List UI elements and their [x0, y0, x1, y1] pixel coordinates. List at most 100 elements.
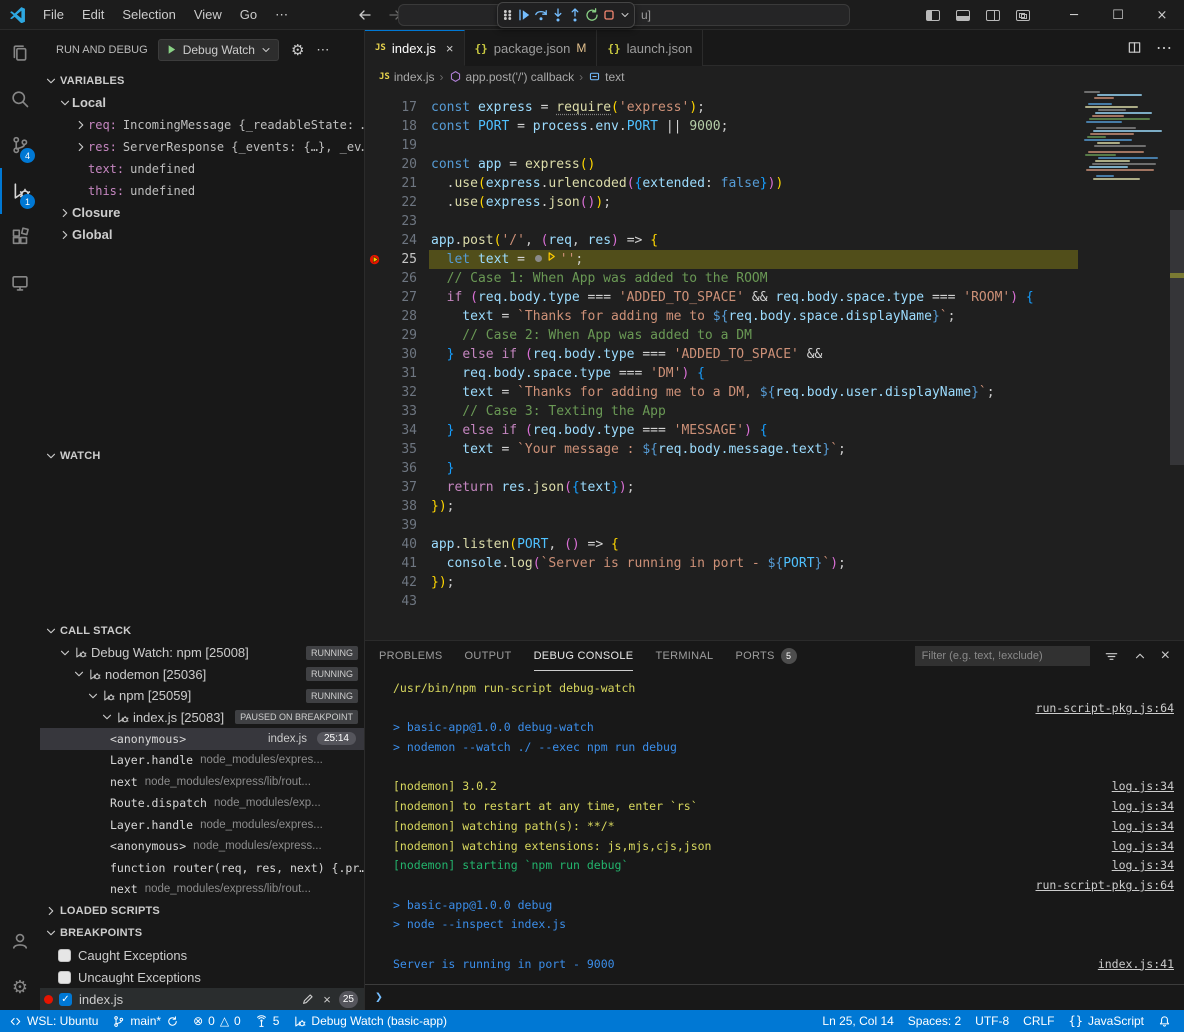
callstack-frame-row[interactable]: nextnode_modules/express/lib/rout... [40, 879, 364, 901]
code-line[interactable]: 38}); [365, 497, 1184, 516]
code-line[interactable]: 40app.listen(PORT, () => { [365, 535, 1184, 554]
tab-index-js[interactable]: JSindex.js× [365, 30, 465, 66]
code-line[interactable]: 17const express = require('express'); [365, 98, 1184, 117]
activity-remote-explorer[interactable] [0, 260, 40, 306]
launch-config-picker[interactable]: Debug Watch [158, 39, 279, 61]
variable-row[interactable]: req:IncomingMessage {_readableState: … [40, 114, 364, 136]
breadcrumb-item[interactable]: text [588, 70, 624, 84]
tab-launch-json[interactable]: {}launch.json [597, 30, 703, 66]
activity-extensions[interactable] [0, 214, 40, 260]
variable-scope-row[interactable]: Closure [40, 202, 364, 224]
remove-breakpoint-icon[interactable]: × [323, 992, 331, 1007]
close-button[interactable]: × [1140, 0, 1184, 30]
code-line[interactable]: 18const PORT = process.env.PORT || 9000; [365, 117, 1184, 136]
code-editor[interactable]: 17const express = require('express');18c… [365, 87, 1184, 640]
variable-scope-row[interactable]: Local [40, 92, 364, 114]
menu-edit[interactable]: Edit [73, 0, 113, 30]
callstack-session-row[interactable]: Debug Watch: npm [25008]RUNNING [40, 642, 364, 664]
restart-button[interactable] [584, 5, 600, 25]
breakpoint-row[interactable]: Caught Exceptions [40, 944, 364, 966]
chevron-up-icon[interactable] [1133, 649, 1147, 663]
debug-console-input[interactable]: ❯ [365, 984, 1184, 1010]
menu-file[interactable]: File [34, 0, 73, 30]
breakpoint-checkbox[interactable] [58, 949, 71, 962]
code-line[interactable]: 27 if (req.body.type === 'ADDED_TO_SPACE… [365, 288, 1184, 307]
callstack-frame-row[interactable]: Layer.handlenode_modules/expres... [40, 750, 364, 772]
clear-console-icon[interactable] [1104, 649, 1119, 664]
callstack-frame-row[interactable]: Route.dispatchnode_modules/exp... [40, 793, 364, 815]
callstack-frame-row[interactable]: nextnode_modules/express/lib/rout... [40, 771, 364, 793]
console-source-link[interactable]: log.js:34 [1112, 817, 1174, 837]
console-source-link[interactable]: index.js:41 [1098, 955, 1174, 975]
status-right-item-3[interactable]: CRLF [1016, 1010, 1061, 1032]
breakpoint-checkbox[interactable] [58, 971, 71, 984]
code-line[interactable]: 28 text = `Thanks for adding me to ${req… [365, 307, 1184, 326]
step-out-button[interactable] [567, 5, 583, 25]
panel-tab-output[interactable]: OUTPUT [465, 641, 512, 671]
loaded-scripts-section-header[interactable]: LOADED SCRIPTS [40, 900, 364, 922]
breakpoint-row[interactable]: ✓index.js×25 [40, 988, 364, 1010]
status-right-item-2[interactable]: UTF-8 [968, 1010, 1016, 1032]
menu-go[interactable]: Go [231, 0, 266, 30]
callstack-frame-row[interactable]: Layer.handlenode_modules/expres... [40, 814, 364, 836]
code-line[interactable]: 21 .use(express.urlencoded({extended: fa… [365, 174, 1184, 193]
callstack-frame-row[interactable]: <anonymous>index.js25:14 [40, 728, 364, 750]
status-left-item-3[interactable]: 5 [248, 1010, 287, 1032]
code-line[interactable]: 35 text = `Your message : ${req.body.mes… [365, 440, 1184, 459]
toggle-secondary-sidebar-icon[interactable] [986, 10, 1000, 21]
console-source-link[interactable]: run-script-pkg.js:64 [1036, 876, 1174, 896]
callstack-session-row[interactable]: npm [25059]RUNNING [40, 685, 364, 707]
activity-accounts[interactable] [0, 918, 40, 964]
tab-package-json[interactable]: {}package.jsonM [465, 30, 598, 66]
code-line[interactable]: 39 [365, 516, 1184, 535]
console-source-link[interactable]: log.js:34 [1112, 837, 1174, 857]
activity-explorer[interactable] [0, 30, 40, 76]
panel-tab-debug-console[interactable]: DEBUG CONSOLE [534, 641, 634, 671]
status-left-item-4[interactable]: Debug Watch (basic-app) [286, 1010, 454, 1032]
go-back-icon[interactable] [357, 7, 373, 23]
panel-tab-problems[interactable]: PROBLEMS [379, 641, 443, 671]
variable-scope-row[interactable]: Global [40, 224, 364, 246]
panel-tab-terminal[interactable]: TERMINAL [655, 641, 713, 671]
code-line[interactable]: 26 // Case 1: When App was added to the … [365, 269, 1184, 288]
activity-settings[interactable]: ⚙ [0, 964, 40, 1010]
callstack-frame-row[interactable]: <anonymous>node_modules/express... [40, 836, 364, 858]
breadcrumb[interactable]: JSindex.js›app.post('/') callback›text [365, 66, 1184, 87]
sidebar-more-icon[interactable]: ⋯ [316, 42, 329, 58]
status-right-item-4[interactable]: {}JavaScript [1062, 1010, 1151, 1032]
callstack-frame-row[interactable]: function router(req, res, next) {.pr… [40, 857, 364, 879]
code-line[interactable]: 29 // Case 2: When App was added to a DM [365, 326, 1184, 345]
editor-scrollbar[interactable] [1170, 87, 1184, 640]
code-line[interactable]: 30 } else if (req.body.type === 'ADDED_T… [365, 345, 1184, 364]
minimap[interactable] [1084, 91, 1168, 187]
step-into-button[interactable] [550, 5, 566, 25]
code-line[interactable]: 24app.post('/', (req, res) => { [365, 231, 1184, 250]
debug-settings-gear-icon[interactable]: ⚙ [291, 41, 304, 59]
status-left-item-2[interactable]: ⊗0△0 [186, 1010, 248, 1032]
status-right-item-5[interactable] [1151, 1010, 1178, 1032]
console-source-link[interactable]: log.js:34 [1112, 856, 1174, 876]
dropdown-button[interactable] [618, 5, 631, 25]
activity-run-and-debug[interactable]: 1 [0, 168, 40, 214]
menu-more[interactable]: ⋯ [266, 0, 297, 30]
console-source-link[interactable]: log.js:34 [1112, 777, 1174, 797]
edit-breakpoint-icon[interactable] [301, 992, 315, 1006]
step-over-button[interactable] [533, 5, 549, 25]
status-right-item-1[interactable]: Spaces: 2 [901, 1010, 968, 1032]
callstack-session-row[interactable]: nodemon [25036]RUNNING [40, 664, 364, 686]
status-left-item-0[interactable]: WSL: Ubuntu [2, 1010, 105, 1032]
code-line[interactable]: 19 [365, 136, 1184, 155]
breakpoints-section-header[interactable]: BREAKPOINTS [40, 922, 364, 944]
code-line[interactable]: 22 .use(express.json()); [365, 193, 1184, 212]
variable-row[interactable]: res:ServerResponse {_events: {…}, _ev… [40, 136, 364, 158]
scrollbar-thumb[interactable] [1170, 210, 1184, 465]
variables-section-header[interactable]: VARIABLES [40, 70, 364, 92]
split-editor-icon[interactable] [1127, 40, 1142, 55]
code-line[interactable]: 34 } else if (req.body.type === 'MESSAGE… [365, 421, 1184, 440]
minimize-button[interactable]: ─ [1052, 0, 1096, 30]
code-line[interactable]: 31 req.body.space.type === 'DM') { [365, 364, 1184, 383]
code-line[interactable]: 20const app = express() [365, 155, 1184, 174]
code-line[interactable]: 43 [365, 592, 1184, 611]
activity-search[interactable] [0, 76, 40, 122]
start-debug-icon[interactable] [165, 43, 178, 56]
